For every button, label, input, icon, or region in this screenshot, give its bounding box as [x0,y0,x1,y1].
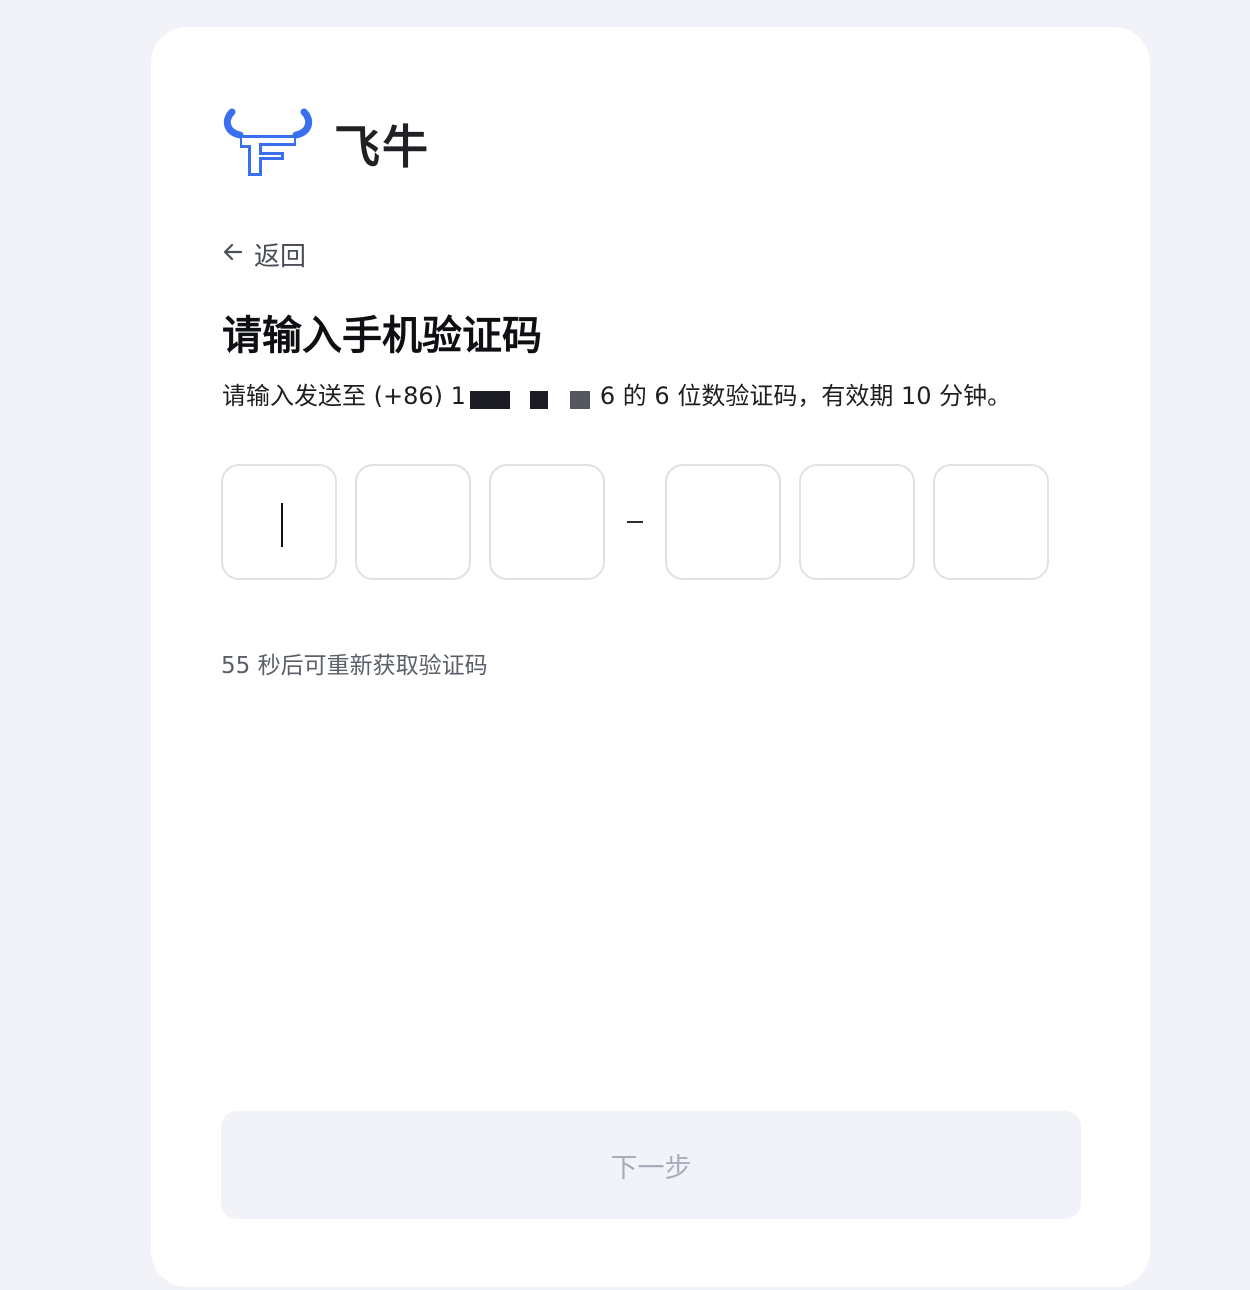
brand-logo: 飞牛 [222,108,430,180]
subtitle-suffix: 6 的 6 位数验证码，有效期 10 分钟。 [599,382,1012,410]
redacted-phone-number [468,379,598,409]
next-button[interactable]: 下一步 [221,1111,1081,1219]
page-subtitle: 请输入发送至 (+86) 1 6 的 6 位数验证码，有效期 10 分钟。 [222,376,1011,411]
back-label: 返回 [254,242,307,272]
resend-countdown: 55 秒后可重新获取验证码 [221,653,488,679]
verification-code-input [221,464,1049,580]
arrow-left-icon [222,240,254,270]
code-digit-6[interactable] [933,464,1049,580]
code-digit-1[interactable] [221,464,337,580]
code-digit-5[interactable] [799,464,915,580]
page-title: 请输入手机验证码 [222,313,542,359]
subtitle-prefix: 请输入发送至 (+86) 1 [222,382,466,410]
code-digit-2[interactable] [355,464,471,580]
brand-name: 飞牛 [334,120,430,174]
text-caret [281,503,283,547]
code-separator [627,521,643,523]
bull-logo-icon [222,108,314,180]
back-link[interactable]: 返回 [222,236,306,273]
code-digit-3[interactable] [489,464,605,580]
code-digit-4[interactable] [665,464,781,580]
